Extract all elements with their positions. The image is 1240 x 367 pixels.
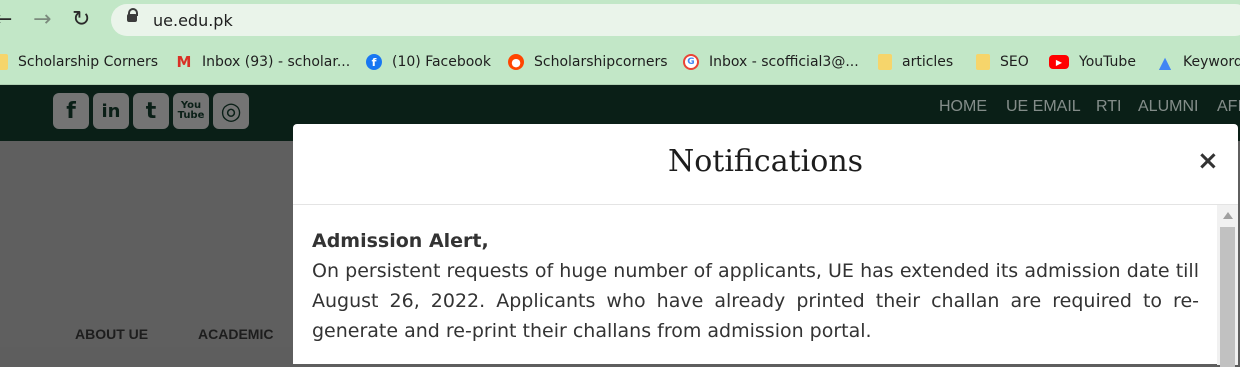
modal-title: Notifications: [667, 144, 864, 179]
bookmark-articles[interactable]: articles: [878, 52, 953, 72]
scroll-thumb[interactable]: [1220, 227, 1235, 367]
bookmark-gmail-inbox[interactable]: M Inbox (93) - scholar...: [176, 52, 351, 72]
nav-ue-email[interactable]: UE EMAIL: [1006, 98, 1081, 116]
google-icon: G: [683, 54, 699, 70]
address-bar[interactable]: ue.edu.pk: [111, 4, 1240, 36]
bookmark-google-inbox[interactable]: G Inbox - scofficial3@...: [683, 52, 859, 72]
gmail-icon: M: [176, 53, 192, 71]
youtube-icon: ▶: [1049, 55, 1069, 69]
nav-about-ue[interactable]: ABOUT UE: [75, 326, 148, 342]
twitter-icon[interactable]: t: [133, 93, 169, 129]
back-arrow-icon[interactable]: ←: [0, 8, 12, 32]
bookmark-youtube[interactable]: ▶ YouTube: [1049, 52, 1136, 72]
close-icon[interactable]: ×: [1197, 146, 1219, 176]
bookmark-facebook[interactable]: f (10) Facebook: [366, 52, 491, 72]
bookmark-label: Inbox - scofficial3@...: [709, 54, 859, 70]
reload-icon[interactable]: ↻: [72, 8, 90, 32]
bookmark-label: Keyword: [1183, 54, 1240, 70]
youtube-icon[interactable]: You Tube: [173, 93, 209, 129]
bookmarks-bar: Scholarship Corners M Inbox (93) - schol…: [0, 40, 1240, 85]
alert-title: Admission Alert,: [312, 230, 489, 252]
modal-header: Notifications ×: [293, 124, 1238, 205]
folder-icon: [976, 54, 990, 70]
browser-toolbar: ← → ↻ ue.edu.pk: [0, 0, 1240, 40]
bookmark-label: Scholarshipcorners: [534, 54, 668, 70]
notifications-modal: Notifications × Admission Alert, On pers…: [293, 124, 1238, 367]
instagram-icon[interactable]: ◎: [213, 93, 249, 129]
lock-icon[interactable]: [127, 8, 138, 22]
bookmark-scholarshipcorners[interactable]: ● Scholarshipcorners: [508, 52, 668, 72]
reddit-icon: ●: [508, 54, 524, 70]
bookmark-label: Inbox (93) - scholar...: [202, 54, 351, 70]
bookmark-seo[interactable]: SEO: [976, 52, 1029, 72]
bookmark-label: Scholarship Corners: [18, 54, 159, 70]
linkedin-icon[interactable]: in: [93, 93, 129, 129]
folder-icon: [878, 54, 892, 70]
facebook-icon: f: [366, 54, 382, 70]
bookmark-label: SEO: [1000, 54, 1029, 70]
forward-arrow-icon[interactable]: →: [33, 8, 51, 32]
facebook-icon[interactable]: f: [53, 93, 89, 129]
bookmark-label: articles: [902, 54, 954, 70]
bookmark-scholarship-corners[interactable]: Scholarship Corners: [0, 52, 158, 72]
url-text[interactable]: ue.edu.pk: [153, 11, 233, 30]
modal-body: Admission Alert, On persistent requests …: [312, 226, 1199, 346]
alert-text: On persistent requests of huge number of…: [312, 260, 1199, 342]
nav-rti[interactable]: RTI: [1096, 98, 1121, 116]
nav-home[interactable]: HOME: [939, 98, 987, 116]
nav-alumni[interactable]: ALUMNI: [1138, 98, 1198, 116]
scroll-up-arrow-icon[interactable]: [1223, 212, 1233, 219]
modal-scrollbar[interactable]: [1217, 205, 1238, 367]
bookmark-keyword[interactable]: ▲ Keyword: [1157, 52, 1240, 72]
folder-icon: [0, 54, 8, 70]
bookmark-label: (10) Facebook: [392, 54, 491, 70]
bookmark-label: YouTube: [1079, 54, 1136, 70]
google-ads-icon: ▲: [1158, 52, 1172, 72]
nav-afi[interactable]: AFI: [1217, 98, 1240, 116]
nav-academic[interactable]: ACADEMIC: [198, 326, 273, 342]
